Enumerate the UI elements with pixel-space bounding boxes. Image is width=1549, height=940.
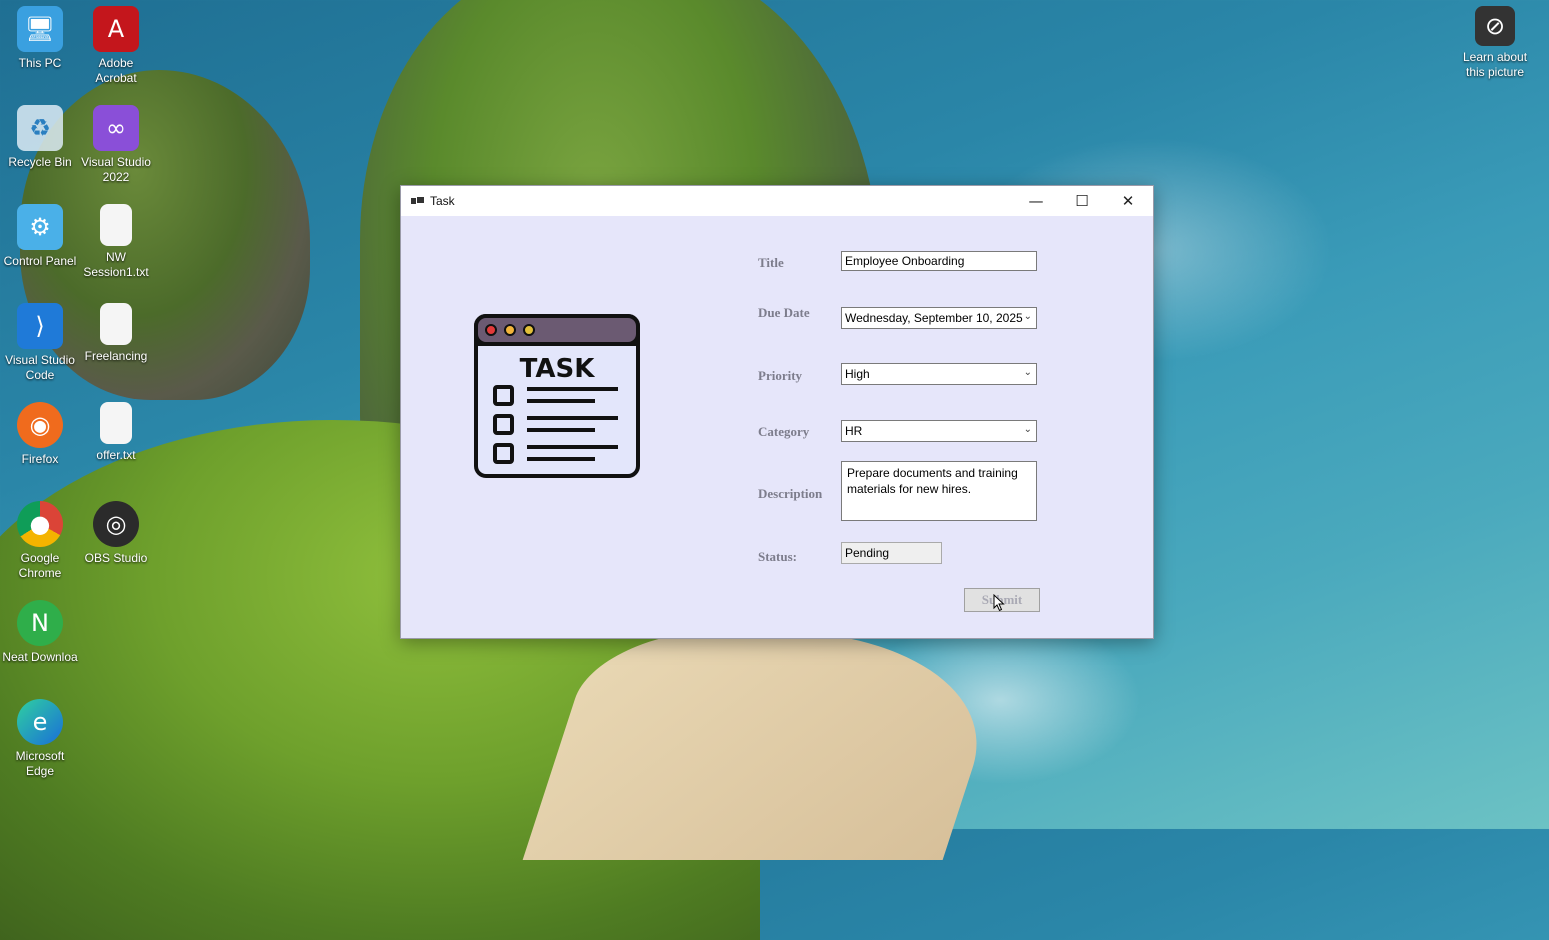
desktop-icon-adobe-acrobat[interactable]: A Adobe Acrobat	[78, 6, 154, 86]
desktop-icon-visual-studio[interactable]: ∞ Visual Studio 2022	[78, 105, 154, 185]
description-textarea[interactable]: Prepare documents and training materials…	[841, 461, 1037, 521]
priority-label: Priority	[758, 368, 803, 383]
mouse-cursor-icon	[993, 594, 1005, 612]
desktop-icon-learn-about-picture[interactable]: ⊘ Learn about this picture	[1457, 6, 1533, 80]
edge-icon: e	[17, 699, 63, 745]
category-select[interactable]: HR ⌄	[841, 420, 1037, 442]
desktop-icon-obs[interactable]: ◎ OBS Studio	[78, 501, 154, 566]
firefox-icon: ◉	[17, 402, 63, 448]
computer-icon: 🖥	[17, 6, 63, 52]
task-window: Task — ☐ ✕ TASK Title Employee Onboardin…	[400, 185, 1154, 639]
neat-download-icon: N	[17, 600, 63, 646]
desktop-icon-edge[interactable]: e Microsoft Edge	[2, 699, 78, 779]
maximize-button[interactable]: ☐	[1059, 186, 1105, 216]
chevron-down-icon[interactable]: ⌄	[1024, 311, 1032, 322]
recycle-bin-icon: ♻	[17, 105, 63, 151]
chevron-down-icon[interactable]: ⌄	[1024, 424, 1032, 435]
title-label: Title	[758, 255, 784, 270]
minimize-button[interactable]: —	[1013, 186, 1059, 216]
obs-icon: ◎	[93, 501, 139, 547]
due-date-label: Due Date	[758, 305, 810, 320]
window-title: Task	[430, 194, 455, 208]
acrobat-icon: A	[93, 6, 139, 52]
text-file-icon	[100, 402, 132, 444]
category-value: HR	[845, 424, 863, 438]
due-date-picker[interactable]: Wednesday, September 10, 2025 ⌄	[841, 307, 1037, 329]
description-label: Description	[758, 486, 823, 501]
desktop-icon-recycle-bin[interactable]: ♻ Recycle Bin	[2, 105, 78, 170]
window-app-icon	[411, 196, 425, 206]
close-button[interactable]: ✕	[1105, 186, 1151, 216]
title-input[interactable]: Employee Onboarding	[841, 251, 1037, 271]
camera-icon: ⊘	[1475, 6, 1515, 46]
status-field: Pending	[841, 542, 942, 564]
control-panel-icon: ⚙	[17, 204, 63, 250]
category-label: Category	[758, 424, 810, 439]
desktop-icon-vscode[interactable]: ⟩ Visual Studio Code	[2, 303, 78, 383]
desktop-icon-neat-download[interactable]: N Neat Downloa	[2, 600, 78, 665]
desktop-icon-offer[interactable]: offer.txt	[78, 402, 154, 463]
text-file-icon	[100, 204, 132, 246]
desktop-icon-nw-session[interactable]: NW Session1.txt	[78, 204, 154, 280]
desktop-icon-this-pc[interactable]: 🖥 This PC	[2, 6, 78, 71]
status-label: Status:	[758, 549, 798, 564]
priority-value: High	[845, 367, 870, 381]
vscode-icon: ⟩	[17, 303, 63, 349]
task-illustration: TASK	[474, 314, 640, 478]
task-illustration-text: TASK	[520, 354, 596, 384]
title-bar[interactable]: Task — ☐ ✕	[401, 186, 1153, 216]
desktop-icon-freelancing[interactable]: Freelancing	[78, 303, 154, 364]
priority-select[interactable]: High ⌄	[841, 363, 1037, 385]
visual-studio-icon: ∞	[93, 105, 139, 151]
chrome-icon: ●	[17, 501, 63, 547]
desktop-icon-control-panel[interactable]: ⚙ Control Panel	[2, 204, 78, 269]
desktop-icon-firefox[interactable]: ◉ Firefox	[2, 402, 78, 467]
desktop-icon-chrome[interactable]: ● Google Chrome	[2, 501, 78, 581]
due-date-value: Wednesday, September 10, 2025	[845, 311, 1023, 325]
file-icon	[100, 303, 132, 345]
chevron-down-icon[interactable]: ⌄	[1024, 367, 1032, 378]
